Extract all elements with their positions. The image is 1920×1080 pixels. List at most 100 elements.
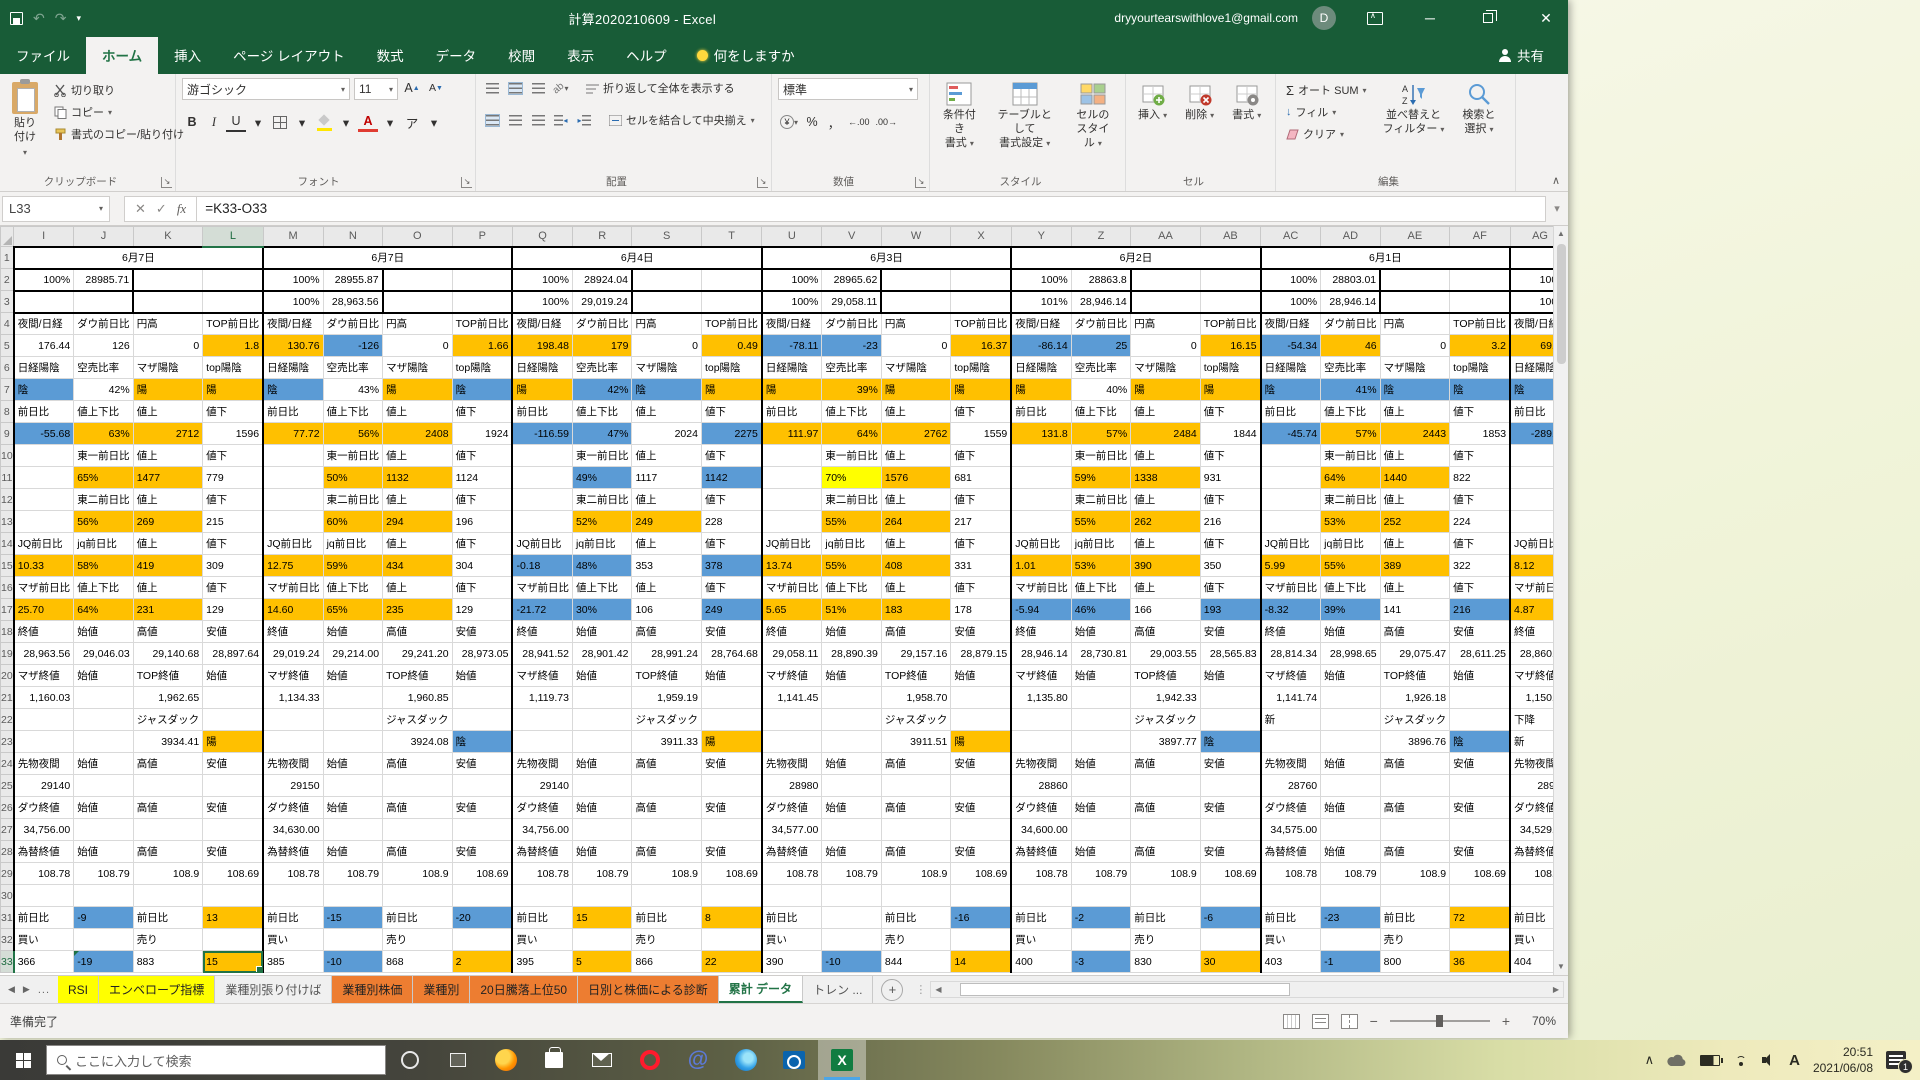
enter-formula-icon[interactable]: ✓ <box>156 201 167 217</box>
cell-V15[interactable]: 55% <box>822 555 882 577</box>
cell-I11[interactable] <box>14 467 74 489</box>
cell-AB15[interactable]: 350 <box>1200 555 1260 577</box>
cell-L22[interactable] <box>203 709 263 731</box>
cell-W12[interactable]: 値上 <box>881 489 950 511</box>
cell-AB11[interactable]: 931 <box>1200 467 1260 489</box>
cell-K25[interactable] <box>133 775 202 797</box>
cell-J14[interactable]: jq前日比 <box>74 533 134 555</box>
cell-AE24[interactable]: 高値 <box>1380 753 1449 775</box>
cell-AD19[interactable]: 28,998.65 <box>1321 643 1381 665</box>
cell-M7[interactable]: 陰 <box>263 379 323 401</box>
cell-V17[interactable]: 51% <box>822 599 882 621</box>
sort-filter-button[interactable]: AZ 並べ替えとフィルター ▾ <box>1377 78 1451 175</box>
cell-S2[interactable] <box>632 269 701 291</box>
cell-AB14[interactable]: 値下 <box>1200 533 1260 555</box>
cell-J11[interactable]: 65% <box>74 467 134 489</box>
cell-AE14[interactable]: 値上 <box>1380 533 1449 555</box>
cell-R8[interactable]: 値上下比 <box>572 401 632 423</box>
store-button[interactable] <box>530 1040 578 1080</box>
align-left-button[interactable] <box>482 110 502 130</box>
cell-W23[interactable]: 3911.51 <box>881 731 950 753</box>
cell-S22[interactable]: ジャスダック <box>632 709 701 731</box>
cell-AD16[interactable]: 値上下比 <box>1321 577 1381 599</box>
cell-X25[interactable] <box>951 775 1011 797</box>
cell-AC14[interactable]: JQ前日比 <box>1261 533 1321 555</box>
cell-J6[interactable]: 空売比率 <box>74 357 134 379</box>
cell-Z8[interactable]: 値上下比 <box>1071 401 1131 423</box>
cell-P23[interactable]: 陰 <box>452 731 512 753</box>
cell-K10[interactable]: 値上 <box>133 445 202 467</box>
select-all-corner[interactable] <box>1 227 14 247</box>
cell-J18[interactable]: 始値 <box>74 621 134 643</box>
cell-W28[interactable]: 高値 <box>881 841 950 863</box>
cell-M15[interactable]: 12.75 <box>263 555 323 577</box>
sheet-tab-業種別[interactable]: 業種別 <box>413 976 470 1003</box>
cell-Y21[interactable]: 1,135.80 <box>1011 687 1071 709</box>
cell-Z33[interactable]: -3 <box>1071 951 1131 973</box>
cell-K15[interactable]: 419 <box>133 555 202 577</box>
cell-X13[interactable]: 217 <box>951 511 1011 533</box>
cell-R27[interactable] <box>572 819 632 841</box>
cell-P17[interactable]: 129 <box>452 599 512 621</box>
cell-W30[interactable] <box>881 885 950 907</box>
cell-U4[interactable]: 夜間/日経 <box>762 313 822 335</box>
cell-I28[interactable]: 為替終値 <box>14 841 74 863</box>
cell-AC24[interactable]: 先物夜間 <box>1261 753 1321 775</box>
cell-AB4[interactable]: TOP前日比 <box>1200 313 1260 335</box>
cell-I26[interactable]: ダウ終値 <box>14 797 74 819</box>
clock[interactable]: 20:512021/06/08 <box>1813 1044 1873 1076</box>
cell-L12[interactable]: 値下 <box>203 489 263 511</box>
cell-AA15[interactable]: 390 <box>1131 555 1200 577</box>
cell-Y13[interactable] <box>1011 511 1071 533</box>
cell-AD24[interactable]: 始値 <box>1321 753 1381 775</box>
cell-I2[interactable]: 100% <box>14 269 74 291</box>
cell-X30[interactable] <box>951 885 1011 907</box>
cell-AC1-date[interactable]: 6月1日 <box>1261 247 1510 269</box>
cell-R6[interactable]: 空売比率 <box>572 357 632 379</box>
cell-I3[interactable] <box>14 291 74 313</box>
cell-AF2[interactable] <box>1450 269 1510 291</box>
cell-N9[interactable]: 56% <box>323 423 383 445</box>
vertical-scroll-thumb[interactable] <box>1557 244 1566 364</box>
cell-W27[interactable] <box>881 819 950 841</box>
cell-X22[interactable] <box>951 709 1011 731</box>
cell-AB26[interactable]: 安値 <box>1200 797 1260 819</box>
cell-J21[interactable] <box>74 687 134 709</box>
cell-V9[interactable]: 64% <box>822 423 882 445</box>
account-email[interactable]: dryyourtearswithlove1@gmail.com <box>1114 11 1298 25</box>
cell-AD27[interactable] <box>1321 819 1381 841</box>
cell-I27[interactable]: 34,756.00 <box>14 819 74 841</box>
cell-Y16[interactable]: マザ前日比 <box>1011 577 1071 599</box>
cell-AF7[interactable]: 陰 <box>1450 379 1510 401</box>
sheet-nav-more-icon[interactable]: ... <box>38 984 50 996</box>
cell-U17[interactable]: 5.65 <box>762 599 822 621</box>
cell-J28[interactable]: 始値 <box>74 841 134 863</box>
merge-center-button[interactable]: セルを結合して中央揃え▾ <box>605 110 759 130</box>
find-select-button[interactable]: 検索と選択 ▾ <box>1456 78 1501 175</box>
cell-W10[interactable]: 値上 <box>881 445 950 467</box>
cell-W19[interactable]: 29,157.16 <box>881 643 950 665</box>
cell-Q13[interactable] <box>512 511 572 533</box>
cell-V16[interactable]: 値上下比 <box>822 577 882 599</box>
cell-O26[interactable]: 高値 <box>383 797 452 819</box>
cell-N25[interactable] <box>323 775 383 797</box>
cell-Y30[interactable] <box>1011 885 1071 907</box>
cell-Z24[interactable]: 始値 <box>1071 753 1131 775</box>
cell-X32[interactable] <box>951 929 1011 951</box>
cell-N18[interactable]: 始値 <box>323 621 383 643</box>
cell-J8[interactable]: 値上下比 <box>74 401 134 423</box>
cell-AA23[interactable]: 3897.77 <box>1131 731 1200 753</box>
cell-N21[interactable] <box>323 687 383 709</box>
cell-K26[interactable]: 高値 <box>133 797 202 819</box>
cell-N8[interactable]: 値上下比 <box>323 401 383 423</box>
cell-P20[interactable]: 始値 <box>452 665 512 687</box>
cell-Z4[interactable]: ダウ前日比 <box>1071 313 1131 335</box>
cell-I18[interactable]: 終値 <box>14 621 74 643</box>
cell-O25[interactable] <box>383 775 452 797</box>
cell-Q8[interactable]: 前日比 <box>512 401 572 423</box>
ribbon-tab-ページ レイアウト[interactable]: ページ レイアウト <box>217 37 360 74</box>
cell-AA17[interactable]: 166 <box>1131 599 1200 621</box>
row-header-15[interactable]: 15 <box>1 555 14 577</box>
cell-AC23[interactable] <box>1261 731 1321 753</box>
cell-AE5[interactable]: 0 <box>1380 335 1449 357</box>
